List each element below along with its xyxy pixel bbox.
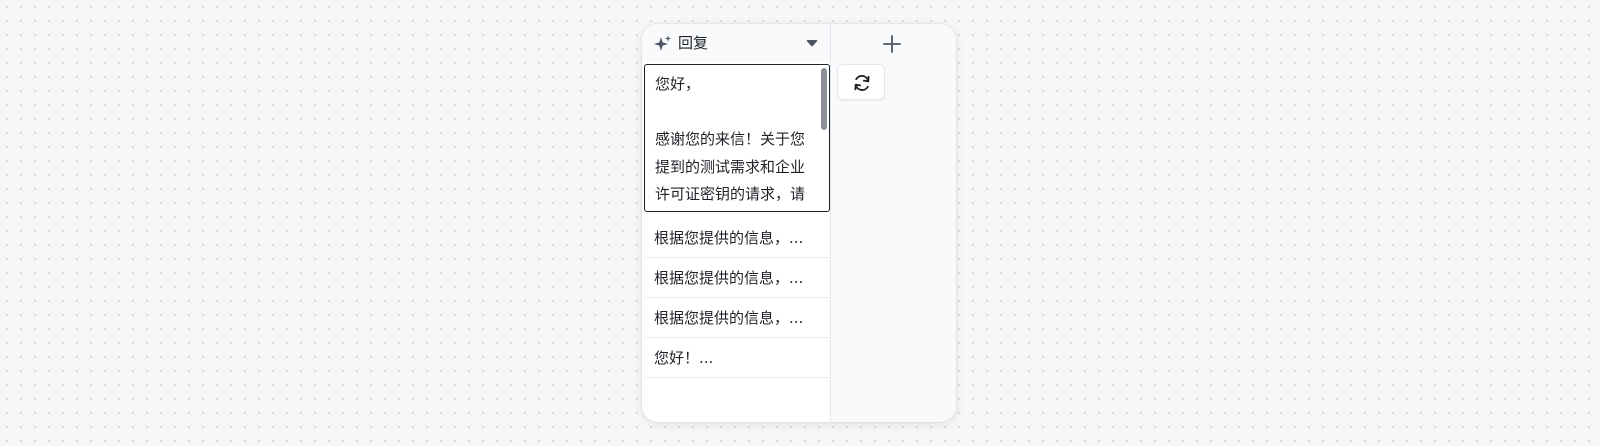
reply-column-header[interactable]: 回复 <box>642 24 830 62</box>
table-row[interactable]: 根据您提供的信息，... <box>644 258 830 298</box>
sparkle-icon <box>654 35 671 51</box>
add-column-area <box>831 24 956 422</box>
table-row[interactable]: 根据您提供的信息，... <box>644 298 830 338</box>
reply-column: 回复 您好， 感谢您的来信！关于您提到的测试需求和企业许可证密钥的请求，请 根据… <box>642 24 831 422</box>
cell-editor[interactable]: 您好， 感谢您的来信！关于您提到的测试需求和企业许可证密钥的请求，请 <box>644 64 830 212</box>
refresh-icon <box>854 75 870 91</box>
cell-text: 根据您提供的信息，... <box>654 269 804 287</box>
cell-text: 您好！... <box>654 349 714 367</box>
editor-scrollbar[interactable] <box>821 68 827 130</box>
table-row[interactable]: 根据您提供的信息，... <box>644 218 830 258</box>
refresh-button[interactable] <box>837 64 885 100</box>
caret-down-icon[interactable] <box>806 38 818 48</box>
column-title: 回复 <box>678 34 709 52</box>
cell-editor-text[interactable]: 您好， 感谢您的来信！关于您提到的测试需求和企业许可证密钥的请求，请 <box>655 71 817 209</box>
cell-text: 根据您提供的信息，... <box>654 309 804 327</box>
table-row[interactable]: 您好！... <box>644 338 830 378</box>
plus-icon[interactable] <box>882 34 902 54</box>
cell-text: 根据您提供的信息，... <box>654 229 804 247</box>
table-card: 回复 您好， 感谢您的来信！关于您提到的测试需求和企业许可证密钥的请求，请 根据… <box>642 24 956 422</box>
